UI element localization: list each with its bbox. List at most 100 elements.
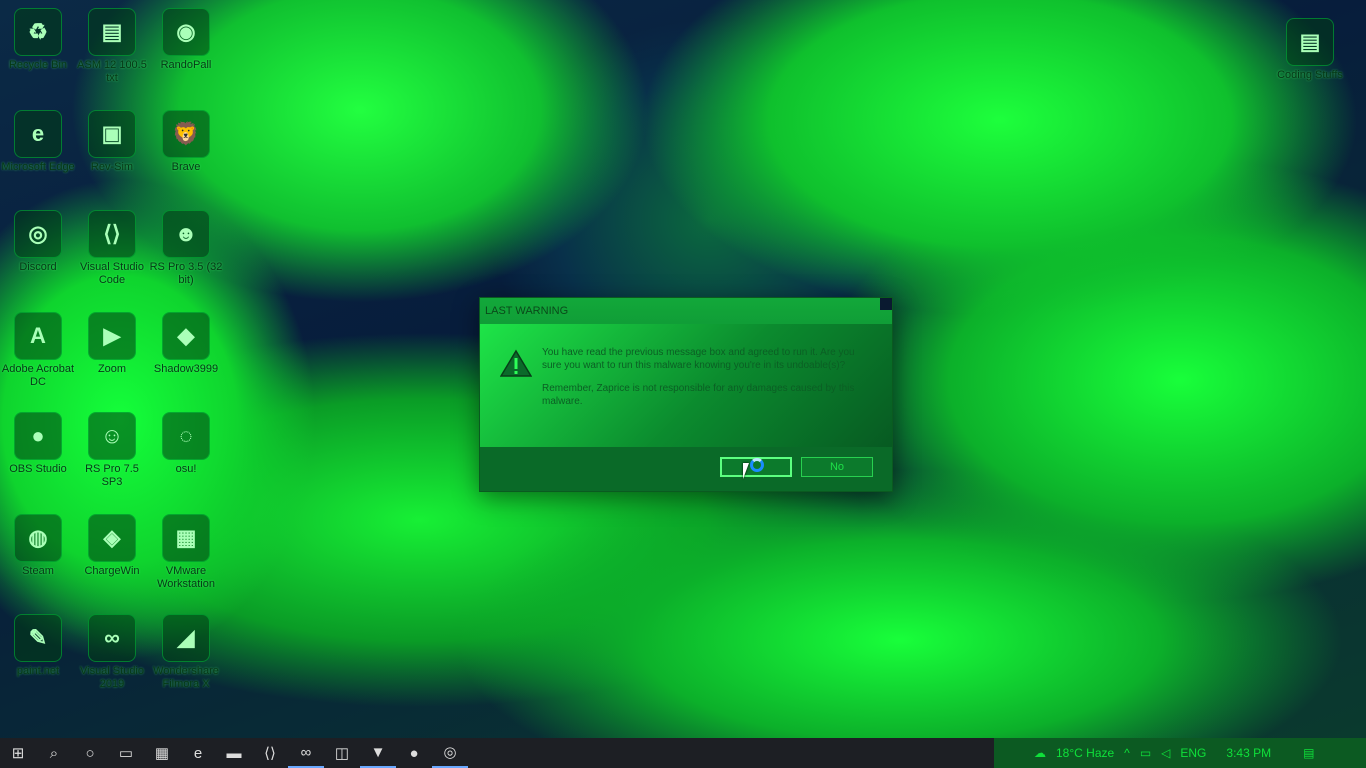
visual-studio-icon: ∞	[300, 743, 312, 761]
weather-widget[interactable]: 18°C Haze	[1056, 746, 1114, 760]
desktop-icon-coding-stuffs[interactable]: ▤ Coding Stuffs	[1272, 18, 1348, 82]
dialog-titlebar: LAST WARNING	[480, 298, 892, 324]
discord-icon: ◎	[443, 744, 457, 761]
desktop-icon-label: Visual Studio 2019	[79, 665, 144, 690]
brave-icon: ▼	[370, 743, 386, 761]
system-tray: ☁ 18°C Haze ^ ▭ ◁ ENG 3:43 PM ▤	[994, 738, 1366, 768]
taskbar-brave[interactable]: ▼	[360, 738, 396, 768]
no-button[interactable]: No	[801, 457, 873, 477]
edge-icon: e	[14, 110, 62, 158]
randopall-icon: ◉	[162, 8, 210, 56]
desktop-icon-steam[interactable]: ◍ Steam	[0, 514, 76, 578]
obs-icon: ●	[14, 412, 62, 460]
language-indicator[interactable]: ENG	[1180, 746, 1206, 760]
osu-icon: ◌	[162, 412, 210, 460]
desktop-icon-recycle-bin[interactable]: ♻ Recycle Bin	[0, 8, 76, 72]
taskbar-file-explorer[interactable]: ▬	[216, 738, 252, 768]
chevron-up-icon[interactable]: ^	[1124, 746, 1130, 760]
desktop-icon-edge[interactable]: e Microsoft Edge	[0, 110, 76, 174]
clock[interactable]: 3:43 PM	[1226, 746, 1271, 760]
zoom-icon: ▶	[88, 312, 136, 360]
desktop-icon-discord[interactable]: ◎ Discord	[0, 210, 76, 274]
weather-icon: ☁	[1034, 746, 1046, 760]
desktop-icon-label: RS Pro 7.5 SP3	[85, 463, 139, 488]
desktop-icon-label: Discord	[19, 261, 57, 273]
dialog-message: You have read the previous message box a…	[542, 346, 872, 418]
windows-logo-icon: ⊞	[11, 745, 25, 762]
desktop-icon-label: Shadow3999	[153, 363, 219, 375]
acrobat-icon: A	[14, 312, 62, 360]
taskbar-microsoft-store[interactable]: ▦	[144, 738, 180, 768]
desktop-icon-paintnet[interactable]: ✎ paint.net	[0, 614, 76, 678]
desktop-icon-zoom[interactable]: ▶ Zoom	[74, 312, 150, 376]
network-icon[interactable]: ▭	[1140, 746, 1151, 760]
start-button[interactable]: ⊞	[0, 738, 36, 768]
brave-icon: 🦁	[162, 110, 210, 158]
desktop-icon-acrobat[interactable]: A Adobe Acrobat DC	[0, 312, 76, 389]
cortana-icon: ○	[85, 744, 95, 762]
desktop-icon-chargewin[interactable]: ◈ ChargeWin	[74, 514, 150, 578]
volume-icon[interactable]: ◁	[1161, 746, 1170, 760]
desktop-icon-label: ASM 12 100.5 txt	[77, 59, 147, 84]
desktop-icon-label: Wondershare Filmora X	[153, 665, 219, 690]
desktop-icon-label: Recycle Bin	[8, 59, 68, 71]
taskbar: ⊞ ⌕ ○ ▭ ▦ e ▬ ⟨⟩ ∞ ◫ ▼ ● ◎ ☁ 18°C Haze ^…	[0, 738, 1366, 768]
filmora-icon: ◢	[162, 614, 210, 662]
loading-spinner-icon	[750, 458, 764, 472]
close-icon[interactable]	[880, 298, 892, 310]
desktop-icon-label: RS Pro 3.5 (32 bit)	[149, 261, 223, 286]
task-view-icon: ▭	[118, 745, 134, 762]
desktop-icon-obs[interactable]: ● OBS Studio	[0, 412, 76, 476]
discord-icon: ◎	[14, 210, 62, 258]
folder-icon: ▬	[226, 744, 242, 762]
task-view-button[interactable]: ▭	[108, 738, 144, 768]
search-icon: ⌕	[49, 744, 59, 762]
desktop-icon-asm-file[interactable]: ▤ ASM 12 100.5 txt	[74, 8, 150, 85]
taskbar-discord[interactable]: ◎	[432, 738, 468, 768]
desktop-icon-label: osu!	[175, 463, 197, 475]
warning-dialog: LAST WARNING You have read the previous …	[479, 297, 893, 492]
taskbar-edge[interactable]: e	[180, 738, 216, 768]
taskbar-vscode[interactable]: ⟨⟩	[252, 738, 288, 768]
rs-pro-icon: ☺	[88, 412, 136, 460]
desktop-icon-brave[interactable]: 🦁 Brave	[148, 110, 224, 174]
rs-pro-icon: ☻	[162, 210, 210, 258]
desktop-icon-label: OBS Studio	[9, 463, 67, 475]
desktop-icon-randopall[interactable]: ◉ RandoPall	[148, 8, 224, 72]
desktop-icon-visual-studio-2019[interactable]: ∞ Visual Studio 2019	[74, 614, 150, 691]
taskbar-office[interactable]: ◫	[324, 738, 360, 768]
taskbar-visual-studio[interactable]: ∞	[288, 738, 324, 768]
warning-icon	[500, 349, 532, 377]
desktop-icon-label: paint.net	[16, 665, 60, 677]
desktop-icon-vmware[interactable]: ▦ VMware Workstation	[148, 514, 224, 591]
edge-icon: e	[193, 744, 203, 762]
store-icon: ▦	[154, 745, 170, 762]
vscode-icon: ⟨⟩	[264, 745, 276, 762]
recycle-bin-icon: ♻	[14, 8, 62, 56]
office-icon: ◫	[334, 745, 350, 762]
desktop-icon-shadow[interactable]: ◆ Shadow3999	[148, 312, 224, 376]
desktop-icon-label: Rev-Sim	[90, 161, 134, 173]
dialog-message-line-2: Remember, Zaprice is not responsible for…	[542, 383, 855, 407]
desktop-icon-rs-pro-75[interactable]: ☺ RS Pro 7.5 SP3	[74, 412, 150, 489]
taskbar-zoom[interactable]: ●	[396, 738, 432, 768]
dialog-message-line-1: You have read the previous message box a…	[542, 347, 855, 371]
desktop-icon-label: Brave	[171, 161, 201, 173]
shadow-icon: ◆	[162, 312, 210, 360]
desktop-icon-rs-pro-35[interactable]: ☻ RS Pro 3.5 (32 bit)	[148, 210, 224, 287]
cortana-button[interactable]: ○	[72, 738, 108, 768]
desktop-icon-rev-sim[interactable]: ▣ Rev-Sim	[74, 110, 150, 174]
desktop-icon-label: RandoPall	[160, 59, 212, 71]
desktop-icon-label: ChargeWin	[84, 565, 140, 577]
desktop-icon-filmora[interactable]: ◢ Wondershare Filmora X	[148, 614, 224, 691]
folder-icon: ▤	[1286, 18, 1334, 66]
dialog-footer: No	[480, 447, 892, 491]
chargewin-icon: ◈	[88, 514, 136, 562]
desktop-icon-osu[interactable]: ◌ osu!	[148, 412, 224, 476]
notifications-icon[interactable]: ▤	[1303, 746, 1314, 760]
desktop-icon-vscode[interactable]: ⟨⟩ Visual Studio Code	[74, 210, 150, 287]
vscode-icon: ⟨⟩	[88, 210, 136, 258]
search-button[interactable]: ⌕	[36, 738, 72, 768]
dialog-title: LAST WARNING	[485, 305, 569, 317]
steam-icon: ◍	[14, 514, 62, 562]
